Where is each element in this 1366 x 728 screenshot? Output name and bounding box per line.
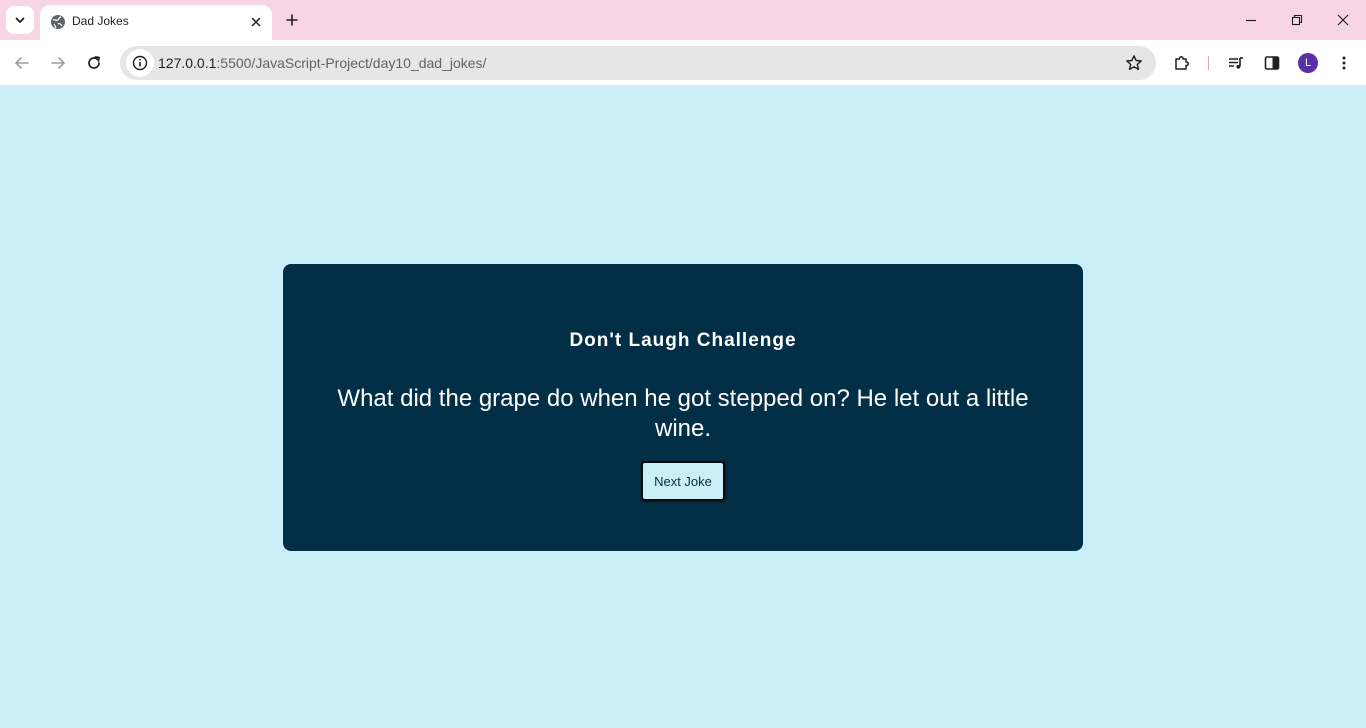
globe-icon <box>51 15 65 29</box>
restore-icon <box>1291 14 1303 26</box>
site-info-button[interactable] <box>126 49 154 77</box>
arrow-right-icon <box>51 57 65 69</box>
minimize-icon <box>1246 19 1256 22</box>
forward-button[interactable] <box>44 49 72 77</box>
joke-text: What did the grape do when he got steppe… <box>337 385 1029 442</box>
puzzle-icon <box>1175 56 1189 70</box>
reload-button[interactable] <box>80 49 108 77</box>
restore-button[interactable] <box>1274 0 1320 40</box>
side-panel-button[interactable] <box>1258 49 1286 77</box>
close-icon <box>251 17 261 27</box>
playlist-music-icon <box>1229 57 1243 69</box>
side-panel-icon <box>1264 56 1280 70</box>
page-viewport: Don't Laugh Challenge What did the grape… <box>0 87 1366 728</box>
more-vertical-icon <box>1342 56 1346 70</box>
toolbar-divider <box>1208 56 1209 70</box>
reload-icon <box>88 56 100 69</box>
url-host: 127.0.0.1 <box>158 55 217 71</box>
tab-strip: Dad Jokes <box>0 0 1366 40</box>
browser-toolbar: 127.0.0.1:5500/JavaScript-Project/day10_… <box>0 40 1366 86</box>
minimize-button[interactable] <box>1228 0 1274 40</box>
tab-search-button[interactable] <box>6 6 34 34</box>
plus-icon <box>286 14 298 26</box>
joke-card: Don't Laugh Challenge What did the grape… <box>283 264 1083 551</box>
close-icon <box>1337 14 1349 26</box>
close-tab-button[interactable] <box>246 12 266 32</box>
tab-title: Dad Jokes <box>72 14 129 28</box>
url-text[interactable]: 127.0.0.1:5500/JavaScript-Project/day10_… <box>158 55 486 71</box>
next-joke-button[interactable]: Next Joke <box>641 461 725 501</box>
chevron-down-icon <box>15 17 25 23</box>
back-button[interactable] <box>8 49 36 77</box>
extensions-button[interactable] <box>1168 49 1196 77</box>
browser-menu-button[interactable] <box>1330 49 1358 77</box>
address-bar[interactable]: 127.0.0.1:5500/JavaScript-Project/day10_… <box>120 46 1156 80</box>
url-path: :5500/JavaScript-Project/day10_dad_jokes… <box>216 55 487 71</box>
card-title: Don't Laugh Challenge <box>569 330 797 351</box>
info-icon <box>132 55 148 71</box>
star-icon <box>1126 55 1142 71</box>
arrow-left-icon <box>15 57 29 69</box>
media-control-button[interactable] <box>1222 49 1250 77</box>
profile-avatar[interactable]: L <box>1298 53 1318 73</box>
bookmark-button[interactable] <box>1122 51 1146 75</box>
close-window-button[interactable] <box>1320 0 1366 40</box>
tab-active[interactable]: Dad Jokes <box>40 5 272 40</box>
new-tab-button[interactable] <box>280 8 304 32</box>
